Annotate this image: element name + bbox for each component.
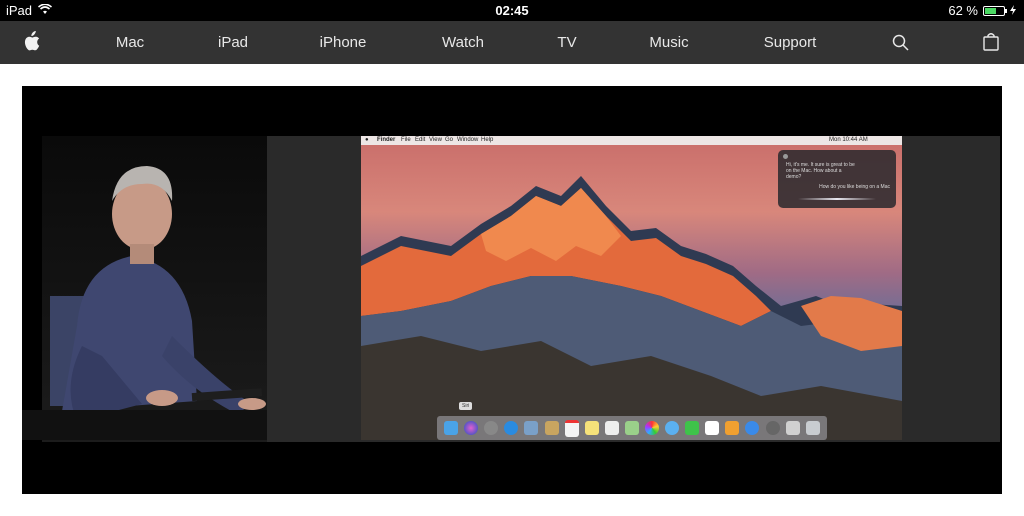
siri-user-query: How do you like being on a Mac — [819, 184, 890, 190]
nav-item-music[interactable]: Music — [634, 21, 704, 64]
nav-item-tv[interactable]: TV — [532, 21, 602, 64]
safari-icon — [504, 421, 519, 435]
menu-finder: Finder — [377, 137, 396, 143]
siri-panel: Hi, it's me. It sure is great to be on t… — [778, 150, 896, 208]
app-store-icon — [745, 421, 760, 435]
status-bar: iPad 02:45 62 % — [0, 0, 1024, 21]
nav-item-support[interactable]: Support — [752, 21, 828, 64]
nav-item-mac[interactable]: Mac — [95, 21, 165, 64]
global-nav: Mac iPad iPhone Watch TV Music Support — [0, 21, 1024, 64]
trash-icon — [805, 421, 820, 435]
macos-dock — [437, 416, 827, 440]
siri-icon — [464, 421, 479, 435]
menu-go: Go — [445, 137, 454, 143]
charging-bolt-icon — [1010, 3, 1016, 18]
presenter-desk — [22, 410, 292, 440]
menu-file: File — [401, 137, 411, 143]
maps-icon — [624, 421, 639, 435]
siri-close-icon — [783, 154, 788, 159]
contacts-icon — [544, 421, 559, 435]
macos-apple-icon: ● — [365, 137, 369, 143]
notes-icon — [584, 421, 599, 435]
apple-logo-icon[interactable] — [22, 21, 44, 64]
menu-edit: Edit — [415, 137, 426, 143]
battery-icon — [983, 5, 1007, 16]
shopping-bag-icon[interactable] — [983, 21, 1003, 64]
system-preferences-icon — [765, 421, 780, 435]
launchpad-icon — [484, 421, 499, 435]
finder-icon — [444, 421, 459, 435]
macos-menubar: ● Finder File Edit View Go Window Help M… — [361, 136, 902, 145]
itunes-icon — [705, 421, 720, 435]
status-time: 02:45 — [495, 3, 529, 18]
search-icon[interactable] — [892, 21, 912, 64]
siri-message: Hi, it's me. It sure is great to be on t… — [786, 162, 855, 180]
reminders-icon — [604, 421, 619, 435]
dock-tooltip: Siri — [459, 402, 473, 410]
nav-item-ipad[interactable]: iPad — [198, 21, 268, 64]
projected-macos-screen: ● Finder File Edit View Go Window Help M… — [361, 136, 902, 440]
nav-item-iphone[interactable]: iPhone — [308, 21, 378, 64]
keynote-video[interactable]: ● Finder File Edit View Go Window Help M… — [22, 86, 1002, 494]
menu-view: View — [429, 137, 442, 143]
battery-percent: 62 % — [948, 3, 978, 18]
photos-icon — [644, 421, 659, 435]
calendar-icon — [564, 419, 579, 437]
siri-waveform-icon — [798, 198, 876, 200]
battery-fill — [985, 7, 997, 14]
macos-clock: Mon 10:44 AM — [829, 137, 868, 143]
preview-icon — [785, 421, 800, 435]
messages-icon — [665, 421, 680, 435]
mail-icon — [524, 421, 539, 435]
menu-help: Help — [481, 137, 494, 143]
ibooks-icon — [725, 421, 740, 435]
facetime-icon — [685, 421, 700, 435]
menu-window: Window — [457, 137, 479, 143]
nav-item-watch[interactable]: Watch — [428, 21, 498, 64]
